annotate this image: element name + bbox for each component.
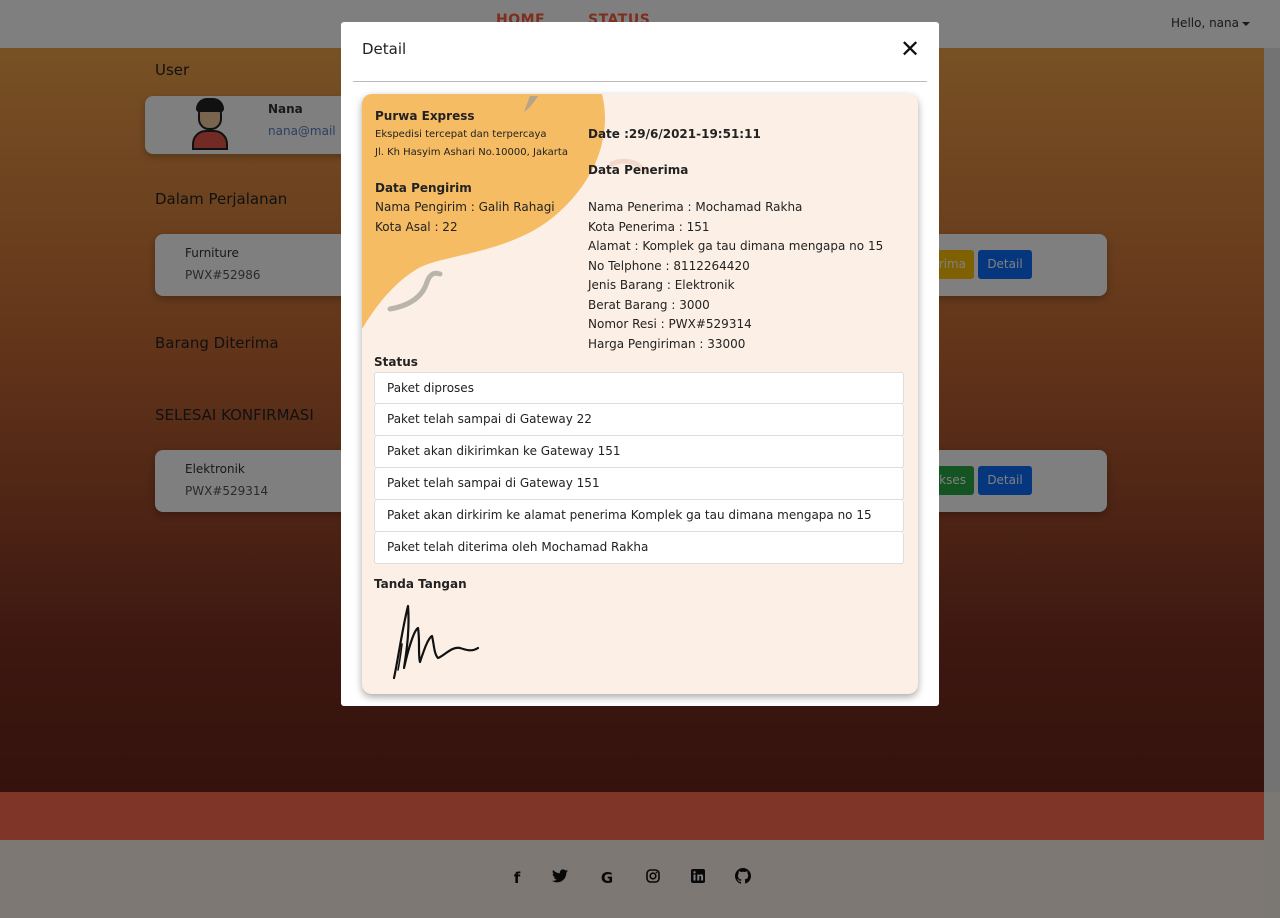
status-item: Paket diproses [374, 372, 904, 404]
shipment-date: Date :29/6/2021-19:51:11 [588, 127, 761, 141]
sender-name: Nama Pengirim : Galih Rahagi [375, 200, 555, 214]
item-weight: Berat Barang : 3000 [588, 298, 710, 312]
status-item: Paket telah diterima oleh Mochamad Rakha [374, 532, 904, 564]
receiver-city: Kota Penerima : 151 [588, 220, 710, 234]
detail-modal: Detail ✕ Purwa Express Ekspedisi tercepa… [341, 22, 939, 706]
status-heading: Status [374, 355, 418, 369]
divider [353, 81, 927, 82]
sender-city: Kota Asal : 22 [375, 220, 458, 234]
status-item: Paket telah sampai di Gateway 151 [374, 468, 904, 500]
shipping-price: Harga Pengiriman : 33000 [588, 337, 746, 351]
status-item: Paket akan dirkirim ke alamat penerima K… [374, 500, 904, 532]
receiver-phone: No Telphone : 8112264420 [588, 259, 750, 273]
receiver-address: Alamat : Komplek ga tau dimana mengapa n… [588, 239, 884, 253]
sender-heading: Data Pengirim [375, 181, 472, 195]
company-address: Jl. Kh Hasyim Ashari No.10000, Jakarta [375, 147, 568, 158]
signature-image [392, 604, 480, 680]
resi-number: Nomor Resi : PWX#529314 [588, 317, 752, 331]
modal-title: Detail [362, 40, 407, 58]
close-icon[interactable]: ✕ [899, 37, 921, 61]
signature-heading: Tanda Tangan [374, 577, 467, 591]
receiver-heading: Data Penerima [588, 163, 689, 177]
status-item: Paket telah sampai di Gateway 22 [374, 404, 904, 436]
company-tagline: Ekspedisi tercepat dan terpercaya [375, 129, 547, 140]
company-name: Purwa Express [375, 109, 475, 123]
item-type: Jenis Barang : Elektronik [588, 278, 735, 292]
status-item: Paket akan dikirimkan ke Gateway 151 [374, 436, 904, 468]
receiver-name: Nama Penerima : Mochamad Rakha [588, 200, 803, 214]
receipt-card: Purwa Express Ekspedisi tercepat dan ter… [362, 94, 918, 694]
status-list: Paket diproses Paket telah sampai di Gat… [374, 372, 904, 564]
